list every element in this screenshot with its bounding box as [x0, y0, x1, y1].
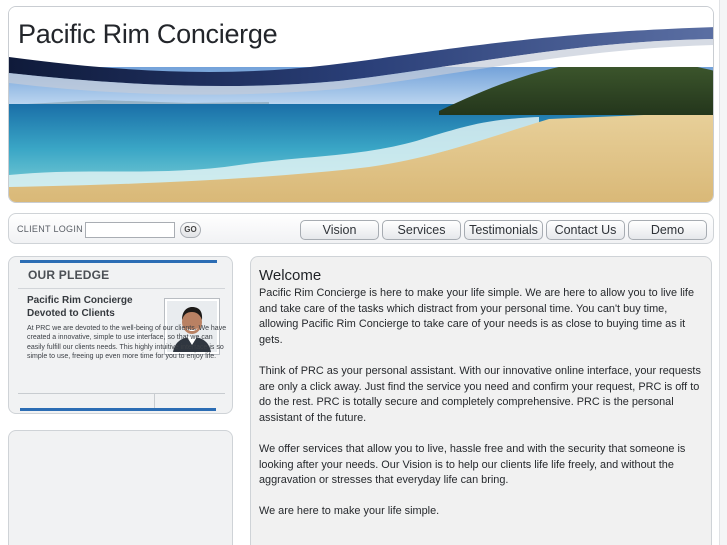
pledge-title: OUR PLEDGE: [28, 268, 110, 282]
nav-services-button[interactable]: Services: [382, 220, 461, 240]
pledge-body-text: At PRC we are devoted to the well-being …: [27, 325, 227, 361]
divider: [18, 288, 225, 289]
paragraph: Pacific Rim Concierge is here to make yo…: [259, 287, 694, 346]
divider: [154, 393, 155, 408]
scrollbar-track[interactable]: [719, 0, 727, 545]
pledge-accent-bar-bottom: [20, 408, 216, 411]
nav-testimonials-button[interactable]: Testimonials: [464, 220, 543, 240]
paragraph: We are here to make your life simple.: [259, 505, 440, 518]
go-button[interactable]: GO: [180, 222, 201, 238]
pledge-accent-bar-top: [20, 260, 217, 263]
header-banner: Pacific Rim Concierge: [8, 6, 714, 203]
nav-contact-button[interactable]: Contact Us: [546, 220, 625, 240]
logo-part-1: Pacific Rim: [18, 19, 150, 49]
sidebar-box-empty: [8, 430, 233, 545]
paragraph: Think of PRC as your personal assistant.…: [259, 364, 701, 424]
paragraph: We offer services that allow you to live…: [259, 442, 686, 487]
pledge-subtitle: Pacific Rim Concierge Devoted to Clients: [27, 295, 133, 319]
nav-vision-button[interactable]: Vision: [300, 220, 379, 240]
client-login-input[interactable]: [85, 222, 175, 238]
main-content-panel: Welcome Pacific Rim Concierge is here to…: [250, 256, 712, 545]
content-body: Pacific Rim Concierge is here to make yo…: [259, 286, 705, 536]
logo-part-2: Concierge: [156, 19, 278, 49]
pledge-panel: OUR PLEDGE Pacific Rim Concierge Devoted…: [8, 256, 233, 414]
nav-demo-button[interactable]: Demo: [628, 220, 707, 240]
nav-bar: CLIENT LOGIN GO Vision Services Testimon…: [8, 213, 714, 244]
page-title: Welcome: [259, 267, 322, 284]
divider: [18, 393, 225, 394]
site-logo[interactable]: Pacific Rim Concierge: [18, 19, 278, 50]
client-login-label: CLIENT LOGIN: [17, 224, 83, 234]
